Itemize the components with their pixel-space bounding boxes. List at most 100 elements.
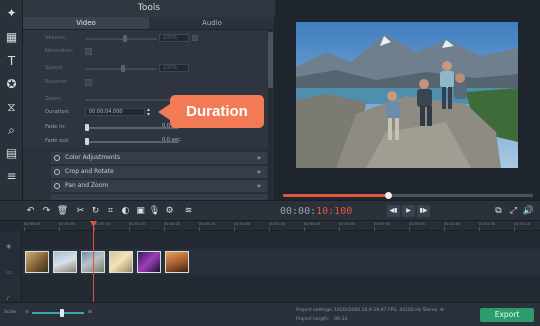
playhead[interactable] — [93, 221, 94, 302]
time-current: 10:100 — [316, 206, 353, 217]
section-more[interactable] — [51, 193, 267, 200]
preview-progress-handle[interactable] — [385, 192, 392, 199]
section-bullet-icon — [54, 155, 60, 161]
tools-title: Tools — [23, 0, 275, 17]
scale-slider-knob[interactable] — [60, 309, 64, 317]
cut-icon[interactable]: ✂ — [74, 204, 87, 218]
timeline-clip[interactable] — [25, 251, 49, 273]
section-label: Pan and Zoom — [65, 182, 109, 189]
export-button[interactable]: Export — [480, 308, 534, 322]
scale-slider[interactable] — [32, 312, 84, 314]
ruler-tick-label: 00:00:15 — [129, 222, 146, 226]
tab-audio[interactable]: Audio — [149, 17, 275, 30]
zoom-in-icon[interactable]: ⊞ — [88, 310, 92, 316]
speed-value[interactable]: 100% — [159, 64, 189, 72]
timeline-clip[interactable] — [137, 251, 161, 273]
magic-wand-icon[interactable]: ✦ — [4, 6, 19, 21]
preview-image-art — [296, 22, 518, 168]
fade-in-knob[interactable] — [85, 124, 89, 131]
next-frame-button[interactable]: ▮▶ — [417, 205, 430, 217]
play-button[interactable]: ▶ — [402, 205, 415, 217]
status-bar: Scale: ⊖ ⊞ Project settings: 1920x1080 1… — [0, 302, 540, 326]
ruler-tick — [304, 227, 305, 231]
color-icon[interactable]: ◐ — [119, 204, 132, 218]
grid-icon[interactable]: ▤ — [4, 146, 19, 161]
timeline-clip[interactable] — [165, 251, 189, 273]
zoom-out-icon[interactable]: ⊖ — [25, 310, 29, 316]
text-icon[interactable]: T — [4, 54, 19, 69]
fade-out-knob[interactable] — [85, 138, 89, 145]
timeline-ruler[interactable]: 00:00:00 00:00:05 00:00:10 00:00:15 00:00:20… — [22, 221, 540, 231]
section-pan-zoom[interactable]: Pan and Zoom » — [51, 179, 267, 192]
settings-gear-icon[interactable]: ⚙ — [440, 308, 444, 314]
project-settings-value: 1920x1080 16:9 29.97 FPS, 44100 Hz Stere… — [334, 308, 438, 313]
video-editor-window: ✦ ▦ T ✪ ⧖ ⌕ ▤ ≡ Tools Video Audio Volume… — [0, 0, 540, 326]
fullscreen-icon[interactable]: ⤢ — [507, 204, 520, 218]
ruler-tick — [199, 227, 200, 231]
audio-track-icon[interactable]: ♪ — [6, 295, 10, 302]
section-color-adjustments[interactable]: Color Adjustments » — [51, 151, 267, 164]
timeline-clip[interactable] — [109, 251, 133, 273]
playback-time: 00:00:10:100 — [280, 205, 352, 218]
project-settings-label: Project settings: — [296, 308, 334, 313]
transition-icon[interactable]: ⧖ — [4, 100, 19, 115]
image-icon[interactable]: ▣ — [134, 204, 147, 218]
normalize-checkbox[interactable] — [85, 48, 92, 55]
ruler-tick-label: 00:01:10 — [514, 222, 531, 226]
volume-value[interactable]: 100% — [159, 34, 189, 42]
zoom-icon[interactable]: ⌕ — [4, 123, 19, 138]
zoom-label: Zoom: — [45, 96, 63, 102]
volume-slider[interactable] — [85, 38, 157, 40]
microphone-icon[interactable]: 🎙 — [148, 204, 161, 218]
previous-frame-button[interactable]: ◀▮ — [387, 205, 400, 217]
ruler-tick-label: 00:00:35 — [269, 222, 286, 226]
menu-icon[interactable]: ≡ — [4, 169, 19, 184]
speed-slider-knob[interactable] — [121, 65, 125, 72]
equalizer-icon[interactable]: ≋ — [182, 204, 195, 218]
duration-label: Duration: — [45, 109, 70, 115]
preview-progress-bar[interactable] — [283, 192, 533, 199]
preview-image — [296, 22, 518, 168]
section-label: Crop and Rotate — [65, 168, 114, 175]
ruler-tick — [129, 227, 130, 231]
external-window-icon[interactable]: ⧉ — [492, 204, 505, 218]
volume-mute-icon[interactable] — [192, 35, 198, 41]
star-icon[interactable]: ✪ — [4, 77, 19, 92]
eye-icon[interactable]: ◉ — [6, 243, 11, 250]
reverse-checkbox[interactable] — [85, 79, 92, 86]
tab-video[interactable]: Video — [23, 17, 149, 30]
duration-stepper-icon[interactable]: ▴ ▾ — [147, 107, 150, 118]
lock-icon[interactable]: ▭ — [6, 269, 12, 276]
ruler-tick — [164, 227, 165, 231]
settings-icon[interactable]: ⚙ — [163, 204, 176, 218]
delete-icon[interactable]: 🗑 — [56, 204, 69, 218]
callout-arrow — [158, 104, 170, 120]
duration-field[interactable]: 00:00:04.000 — [85, 108, 145, 116]
undo-icon[interactable]: ↶ — [24, 204, 37, 218]
timeline-clip[interactable] — [53, 251, 77, 273]
project-length-label: Project length: — [296, 317, 330, 322]
track-controls: ◉ ▭ ♪ — [0, 231, 22, 302]
crop-icon[interactable]: ⌗ — [104, 204, 117, 218]
speed-label: Speed: — [45, 65, 64, 71]
film-icon[interactable]: ▦ — [4, 30, 19, 45]
volume-slider-knob[interactable] — [123, 35, 127, 42]
ruler-tick — [374, 227, 375, 231]
ruler-tick-label: 00:01:05 — [479, 222, 496, 226]
section-crop-rotate[interactable]: Crop and Rotate » — [51, 165, 267, 178]
ruler-tick-label: 00:00:30 — [234, 222, 251, 226]
section-bullet-icon — [54, 169, 60, 175]
ruler-tick — [24, 227, 25, 231]
ruler-tick-label: 00:00:55 — [409, 222, 426, 226]
rotate-icon[interactable]: ↻ — [89, 204, 102, 218]
chevron-right-icon: » — [256, 154, 261, 162]
ruler-tick — [59, 227, 60, 231]
redo-icon[interactable]: ↷ — [40, 204, 53, 218]
tools-scrollbar[interactable] — [268, 30, 273, 200]
fade-out-value: 0.0 sec. — [162, 137, 182, 143]
ruler-tick-label: 00:00:25 — [199, 222, 216, 226]
zoom-slider[interactable] — [85, 99, 179, 101]
scrollbar-thumb[interactable] — [268, 32, 273, 88]
clip-properties: Volume: 100% Normalize: Speed: 100% Reve… — [23, 30, 267, 148]
volume-icon[interactable]: 🔊 — [522, 204, 535, 218]
